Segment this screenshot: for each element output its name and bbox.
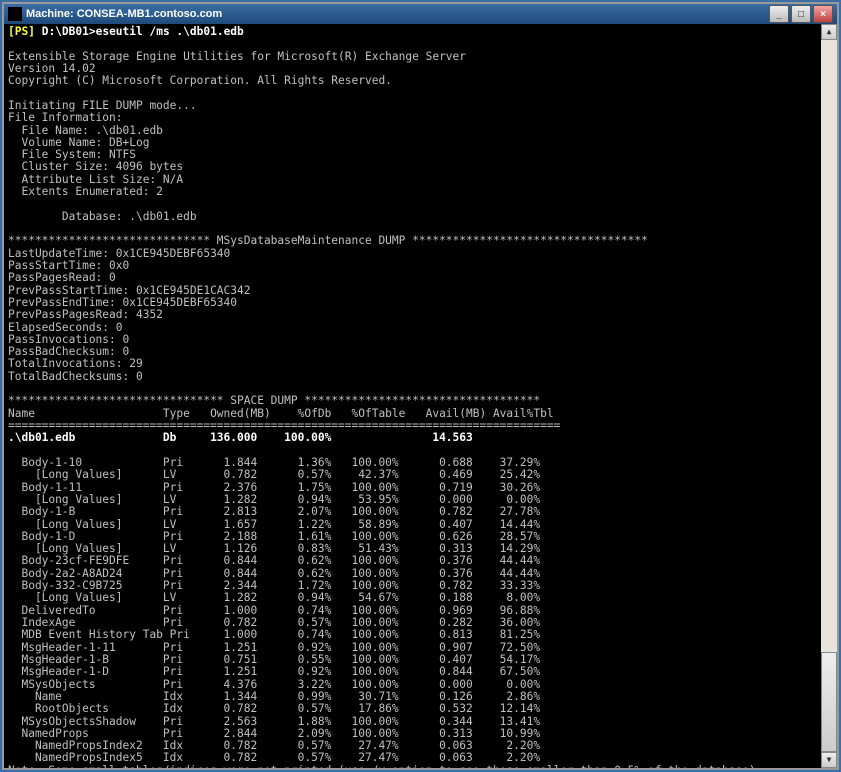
maint-title: ****************************** MSysDatab… xyxy=(8,234,648,247)
cwd: D:\DB01> xyxy=(42,25,96,38)
intro-line: Version 14.02 xyxy=(8,62,96,75)
title-bar[interactable]: Machine: CONSEA-MB1.contoso.com _ □ × xyxy=(4,4,837,24)
intro-line: Copyright (C) Microsoft Corporation. All… xyxy=(8,74,392,87)
space-rows: Body-1-10 Pri 1.844 1.36% 100.00% 0.688 … xyxy=(8,456,540,765)
fileinfo-header: File Information: xyxy=(8,111,123,124)
command: eseutil /ms .\db01.edb xyxy=(96,25,244,38)
intro-line: Extensible Storage Engine Utilities for … xyxy=(8,50,466,63)
vertical-scrollbar[interactable]: ▲ ▼ xyxy=(821,24,837,768)
space-db-row: .\db01.edb Db 136.000 100.00% 14.563 xyxy=(8,431,473,444)
window-title: Machine: CONSEA-MB1.contoso.com xyxy=(26,8,769,20)
maint-lines: LastUpdateTime: 0x1CE945DEBF65340 PassSt… xyxy=(8,247,250,383)
minimize-button[interactable]: _ xyxy=(769,5,789,23)
initiating-line: Initiating FILE DUMP mode... xyxy=(8,99,197,112)
close-button[interactable]: × xyxy=(813,5,833,23)
space-note: Note: Some small tables/indices were not… xyxy=(8,764,762,768)
terminal-window: Machine: CONSEA-MB1.contoso.com _ □ × [P… xyxy=(2,2,839,770)
space-columns: Name Type Owned(MB) %OfDb %OfTable Avail… xyxy=(8,407,554,420)
scroll-up-button[interactable]: ▲ xyxy=(821,24,837,40)
window-controls: _ □ × xyxy=(769,5,833,23)
app-icon xyxy=(8,7,22,21)
space-title: ******************************** SPACE D… xyxy=(8,394,540,407)
maximize-button[interactable]: □ xyxy=(791,5,811,23)
ps-prefix: [PS] xyxy=(8,25,35,38)
scroll-thumb[interactable] xyxy=(821,652,837,752)
fileinfo-fields: File Name: .\db01.edb Volume Name: DB+Lo… xyxy=(8,124,197,223)
space-separator: ========================================… xyxy=(8,419,560,432)
terminal-area[interactable]: [PS] D:\DB01>eseutil /ms .\db01.edb Exte… xyxy=(4,24,837,768)
scroll-track[interactable] xyxy=(821,40,837,752)
scroll-down-button[interactable]: ▼ xyxy=(821,752,837,768)
